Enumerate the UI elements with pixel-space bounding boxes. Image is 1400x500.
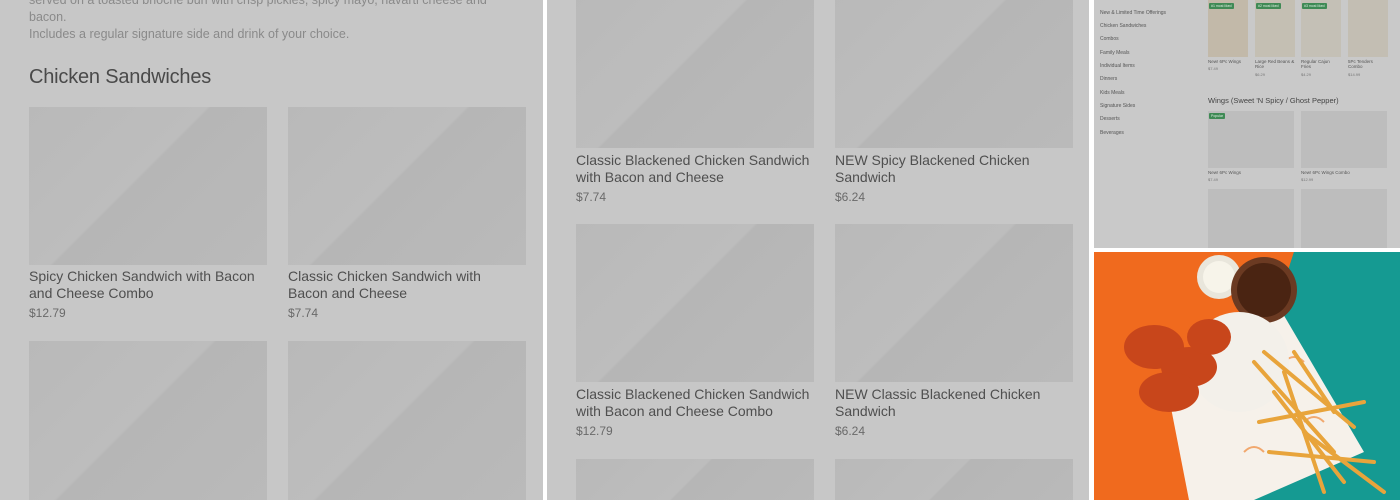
menu-item-image[interactable] [576,459,814,500]
menu-item-name[interactable]: NEW Classic Blackened Chicken Sandwich [835,386,1075,420]
menu-item-image[interactable] [576,0,814,148]
menu-item-name[interactable]: NEW Spicy Blackened Chicken Sandwich [835,152,1075,186]
name-line: NEW Classic Blackened Chicken [835,386,1041,402]
menu-item-name[interactable]: Classic Chicken Sandwich with Bacon and … [288,268,528,302]
name-line: Bacon and Cheese [288,285,408,301]
popular-badge: Popular [1209,113,1226,119]
menu-item-image[interactable] [835,224,1073,382]
name-line: Sandwich [835,169,896,185]
menu-panel-middle: Classic Blackened Chicken Sandwich with … [547,0,1089,500]
menu-item-name[interactable]: Large Red Beans & Rice [1255,59,1295,69]
nav-item[interactable]: Individual Items [1100,63,1135,69]
menu-item-price: $6.29 [1255,72,1266,77]
menu-item-name[interactable]: Classic Blackened Chicken Sandwich with … [576,386,821,420]
menu-item-image[interactable] [288,107,526,265]
menu-item-price: $14.99 [1348,72,1361,77]
menu-item-name[interactable]: 5Pc Tenders Combo [1348,59,1388,69]
nav-item[interactable]: Beverages [1100,130,1124,136]
nav-item[interactable]: Signature Sides [1100,103,1135,109]
description-line: Includes a regular signature side and dr… [29,27,350,41]
name-line: Classic Chicken Sandwich with [288,268,481,284]
menu-item-price: $12.79 [576,424,613,438]
menu-item-name[interactable]: Spicy Chicken Sandwich with Bacon and Ch… [29,268,269,302]
name-line: Classic Blackened Chicken Sandwich [576,386,810,402]
menu-item-price: $6.24 [835,424,866,438]
most-liked-badge: #2 most liked [1256,3,1281,9]
name-line: with Bacon and Cheese [576,169,724,185]
menu-item-name[interactable]: New! 6Pc Wings [1208,170,1241,175]
nav-item[interactable]: Family Meals [1100,50,1129,56]
most-liked-badge: #1 most liked [1209,3,1234,9]
name-line: with Bacon and Cheese Combo [576,403,773,419]
nav-item[interactable]: New & Limited Time Offerings [1100,10,1166,16]
nav-item[interactable]: Kids Meals [1100,90,1124,96]
nav-item[interactable]: Dinners [1100,76,1117,82]
section-title: Wings (Sweet 'N Spicy / Ghost Pepper) [1208,96,1339,105]
menu-item-price: $6.24 [835,190,866,204]
menu-panel-left: served on a toasted brioche bun with cri… [0,0,543,500]
menu-item-image[interactable] [1208,111,1294,168]
menu-item-price: $7.74 [576,190,607,204]
nav-item[interactable]: Combos [1100,36,1119,42]
menu-item-price: $7.49 [1208,66,1219,71]
most-liked-badge: #3 most liked [1302,3,1327,9]
name-line: Classic Blackened Chicken Sandwich [576,152,810,168]
nav-item[interactable]: Desserts [1100,116,1120,122]
menu-page-thumbnail: New & Limited Time Offerings Chicken San… [1094,0,1400,248]
name-line: NEW Spicy Blackened Chicken [835,152,1030,168]
name-line: Sandwich [835,403,896,419]
menu-item-image[interactable] [288,341,526,500]
menu-item-image[interactable] [1348,0,1388,57]
menu-item-name[interactable]: New! 6Pc Wings [1208,59,1248,64]
menu-item-name[interactable]: Regular Cajun Fries [1301,59,1341,69]
section-title: Chicken Sandwiches [29,66,212,88]
nav-item[interactable]: Chicken Sandwiches [1100,23,1146,29]
ranch-dip [1203,261,1235,293]
menu-item-price: $12.79 [29,306,66,320]
menu-item-image[interactable] [29,107,267,265]
menu-item-image[interactable] [835,459,1073,500]
menu-item-name[interactable]: New! 6Pc Wings Combo [1301,170,1350,175]
menu-item-price: $4.29 [1301,72,1312,77]
name-line: Spicy Chicken Sandwich with Bacon [29,268,255,284]
menu-item-image[interactable] [835,0,1073,148]
menu-item-image[interactable] [1301,189,1387,248]
item-description: served on a toasted brioche bun with cri… [29,0,519,43]
menu-item-image[interactable] [576,224,814,382]
cola-drink [1237,263,1291,317]
menu-item-price: $12.99 [1301,177,1314,182]
menu-item-name[interactable]: Classic Blackened Chicken Sandwich with … [576,152,821,186]
menu-item-price: $7.74 [288,306,319,320]
name-line: and Cheese Combo [29,285,154,301]
description-line: served on a toasted brioche bun with cri… [29,0,487,24]
menu-item-image[interactable] [1301,111,1387,168]
menu-item-image[interactable] [29,341,267,500]
food-photo [1094,252,1400,500]
wings-and-fries-photo [1094,252,1400,500]
menu-item-price: $7.49 [1208,177,1219,182]
menu-item-image[interactable] [1208,189,1294,248]
